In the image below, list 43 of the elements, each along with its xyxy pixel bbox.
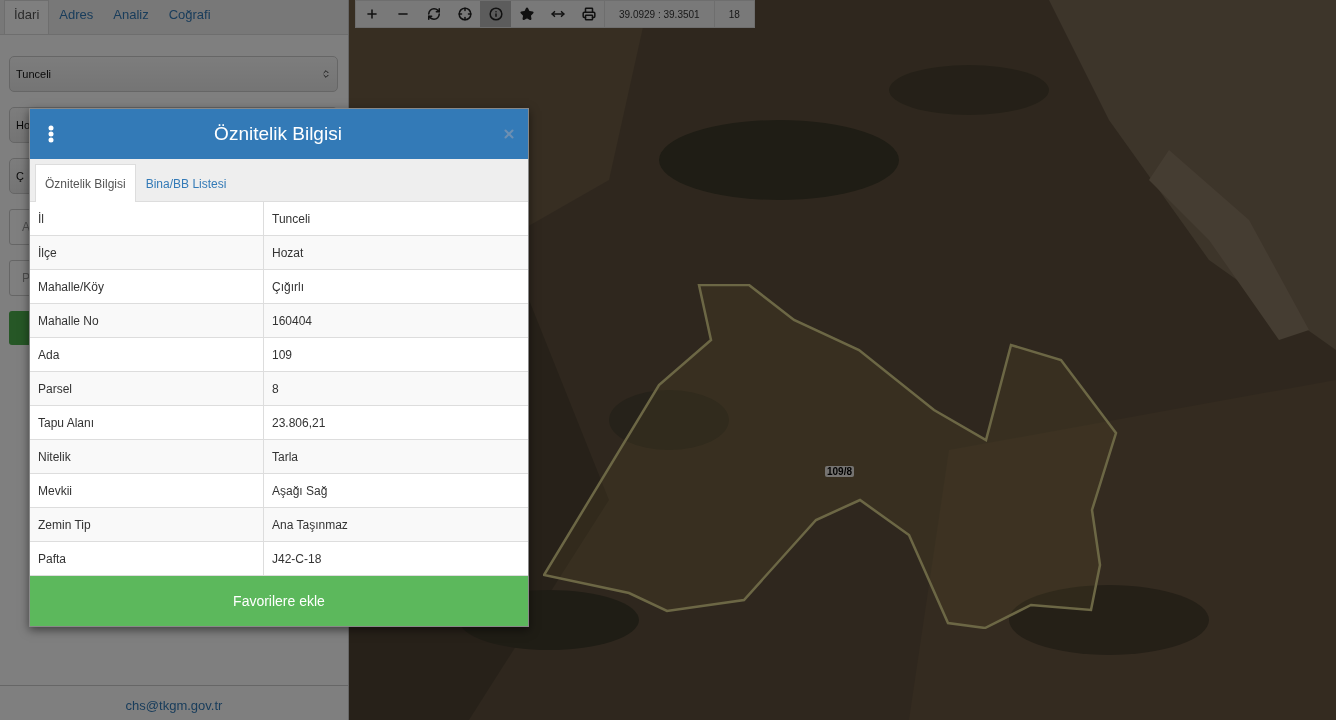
attribute-label: Parsel [30,372,264,405]
attribute-value: J42-C-18 [271,550,323,568]
attribute-value: 109 [271,346,294,364]
attribute-label: Mahalle/Köy [30,270,264,303]
add-favorites-button[interactable]: Favorilere ekle [30,576,528,626]
dialog-tab[interactable]: Bina/BB Listesi [135,164,237,202]
attribute-label: İl [30,202,264,235]
star-icon [519,7,534,21]
attribute-value: 8 [271,380,280,398]
crosshair-icon [457,7,472,21]
dialog-title: Öznitelik Bilgisi [214,123,342,145]
sidebar-tab[interactable]: Coğrafi [158,0,221,34]
attribute-value: Çığırlı [271,278,305,296]
attribute-label: Pafta [30,542,264,575]
attribute-label: Nitelik [30,440,264,473]
select-field[interactable]: Tunceli [9,56,338,92]
print-icon [581,7,596,21]
coordinates-readout: 39.0929 : 39.3501 [604,1,714,27]
attribute-label: Mevkii [30,474,264,507]
sidebar-tab[interactable]: İdari [4,0,50,34]
attribute-label: Ada [30,338,264,371]
email-link[interactable]: chs@tkgm.gov.tr [125,698,223,713]
menu-icon[interactable] [48,125,54,143]
attribute-value: Ana Taşınmaz [271,516,349,534]
attribute-label: İlçe [30,236,264,269]
info-button[interactable] [480,1,511,27]
attribute-value: 23.806,21 [271,414,327,432]
attribute-label: Zemin Tip [30,508,264,541]
attribute-value: Tarla [271,448,299,466]
attribute-value: Tunceli [271,210,312,228]
sidebar-tab[interactable]: Analiz [103,0,159,34]
attribute-label: Mahalle No [30,304,264,337]
attribute-value: Hozat [271,244,305,262]
attribute-value: Aşağı Sağ [271,482,329,500]
dialog-tab[interactable]: Öznitelik Bilgisi [35,164,136,202]
refresh-icon [426,7,441,21]
parcel-label: 109/8 [825,466,855,477]
info-icon [488,7,503,21]
sidebar-tab[interactable]: Adres [49,0,104,34]
plus-icon [364,7,379,21]
zoom-level: 18 [713,1,754,27]
attribute-value: 160404 [271,312,314,330]
attribute-label: Tapu Alanı [30,406,264,439]
